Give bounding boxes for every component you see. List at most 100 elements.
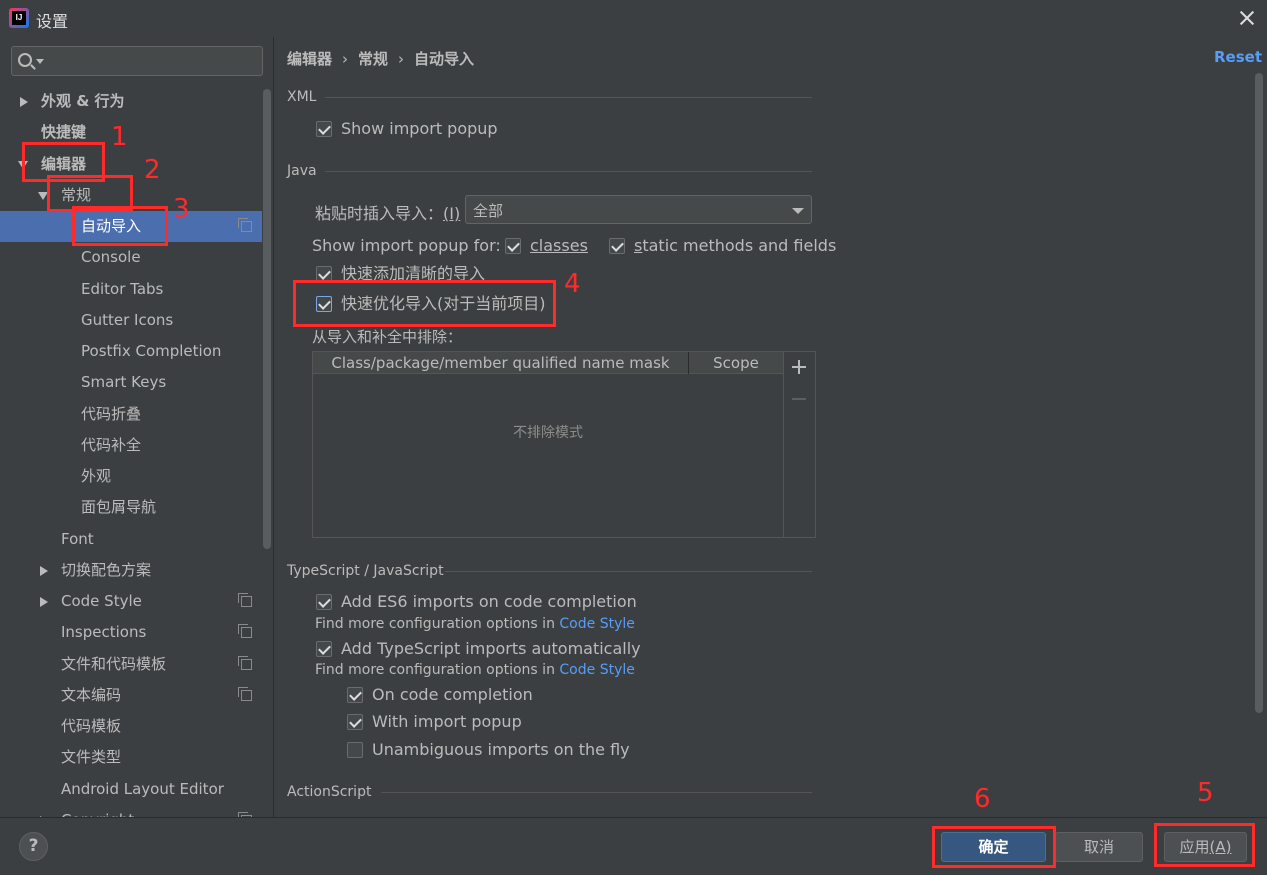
breadcrumb-item: 编辑器 [287, 50, 333, 68]
sidebar-item-label: 文本编码 [61, 686, 122, 704]
sidebar-item-label: Font [61, 530, 94, 548]
checkbox[interactable] [347, 687, 363, 703]
exclude-label: 从导入和补全中排除： [312, 328, 463, 346]
code-style-link[interactable]: Code Style [559, 616, 634, 632]
paste-insert-imports-select[interactable]: 全部 [465, 195, 812, 224]
sidebar-item-label: Editor Tabs [81, 280, 164, 298]
column-header-mask[interactable]: Class/package/member qualified name mask [313, 352, 688, 374]
intellij-logo-icon: IJ [9, 8, 29, 28]
add-icon[interactable] [792, 360, 806, 374]
section-title-xml: XML [287, 89, 317, 105]
sidebar-item-code-completion[interactable]: 代码补全 [0, 430, 262, 461]
checkbox-label: Unambiguous imports on the fly [372, 740, 630, 759]
breadcrumb: 编辑器 › 常规 › 自动导入 [287, 48, 474, 69]
sidebar-item-label: 切换配色方案 [61, 561, 152, 579]
search-dropdown-icon[interactable] [36, 59, 44, 64]
section-divider [325, 97, 812, 98]
annotation-box-3 [72, 206, 168, 246]
expand-arrow-icon[interactable] [40, 597, 48, 607]
expand-arrow-icon[interactable] [20, 97, 28, 107]
sidebar-item-font[interactable]: Font [0, 524, 262, 555]
annotation-box-4 [293, 280, 556, 327]
sidebar-item-postfix-completion[interactable]: Postfix Completion [0, 336, 262, 367]
sidebar-item-console[interactable]: Console [0, 242, 262, 273]
select-value: 全部 [473, 202, 504, 220]
checkbox[interactable] [316, 121, 332, 137]
help-button[interactable]: ? [19, 832, 48, 861]
sidebar-item-appearance[interactable]: 外观 [0, 461, 262, 492]
annotation-number-5: 5 [1197, 778, 1214, 808]
sidebar-item-file-types[interactable]: 文件类型 [0, 742, 262, 773]
show-import-popup-for-label: Show import popup for: [312, 236, 501, 255]
sidebar-item-android-layout-editor[interactable]: Android Layout Editor [0, 774, 262, 805]
sidebar-item-smart-keys[interactable]: Smart Keys [0, 367, 262, 398]
project-scope-icon [238, 593, 252, 607]
sidebar-item-label: Console [81, 248, 141, 266]
sidebar-item-label: 代码模板 [61, 717, 122, 735]
checkbox[interactable] [609, 238, 625, 254]
sidebar-item-file-templates[interactable]: 文件和代码模板 [0, 649, 262, 680]
code-style-link[interactable]: Code Style [559, 662, 634, 678]
sidebar-item-label: Gutter Icons [81, 311, 174, 329]
sidebar-item-label: 外观 [81, 467, 112, 485]
sidebar-item-live-templates[interactable]: 代码模板 [0, 711, 262, 742]
chevron-down-icon [792, 208, 804, 214]
sidebar-item-label: Code Style [61, 592, 142, 610]
sidebar-item-label: Copyright [61, 805, 134, 817]
sidebar-item-label: Android Layout Editor [61, 780, 224, 798]
title-bar: IJ 设置 [0, 0, 1267, 37]
paste-label-text: 粘贴时插入导入： [315, 204, 444, 223]
sidebar-item-appearance-behavior[interactable]: 外观 & 行为 [0, 86, 262, 117]
sidebar-scrollbar[interactable] [263, 89, 271, 549]
exclude-table[interactable]: Class/package/member qualified name mask… [312, 351, 816, 538]
sidebar-item-gutter-icons[interactable]: Gutter Icons [0, 305, 262, 336]
checkbox[interactable] [347, 714, 363, 730]
sidebar-item-label: 外观 & 行为 [41, 92, 125, 110]
sidebar-item-code-folding[interactable]: 代码折叠 [0, 399, 262, 430]
reset-link[interactable]: Reset [1214, 48, 1262, 66]
close-icon[interactable] [1234, 5, 1260, 31]
sidebar-item-copyright[interactable]: Copyright [0, 805, 262, 817]
paste-label-mnemonic: (I) [443, 204, 461, 223]
sidebar-item-file-encodings[interactable]: 文本编码 [0, 680, 262, 711]
checkbox-label: With import popup [372, 712, 522, 731]
sidebar-item-code-style[interactable]: Code Style [0, 586, 262, 617]
checkbox-label: Add ES6 imports on code completion [341, 592, 637, 611]
remove-icon[interactable] [792, 398, 806, 400]
sidebar-item-breadcrumbs[interactable]: 面包屑导航 [0, 492, 262, 523]
content-scrollbar[interactable] [1255, 73, 1263, 713]
project-scope-icon [238, 624, 252, 638]
static-mnemonic: s [634, 236, 643, 255]
checkbox[interactable] [505, 238, 521, 254]
section-divider [325, 171, 812, 172]
hint-text: Find more configuration options in [315, 662, 555, 678]
cancel-button[interactable]: 取消 [1055, 832, 1143, 862]
sidebar-item-label: Inspections [61, 623, 147, 641]
code-style-hint: Find more configuration options in Code … [315, 662, 635, 678]
checkbox[interactable] [347, 742, 363, 758]
table-toolbar [783, 352, 815, 537]
checkbox[interactable] [316, 594, 332, 610]
settings-search-input[interactable] [11, 46, 263, 76]
sidebar-item-label: 代码补全 [81, 436, 142, 454]
search-icon [18, 53, 32, 67]
annotation-number-2: 2 [144, 155, 161, 185]
sidebar-item-editor-tabs[interactable]: Editor Tabs [0, 274, 262, 305]
sidebar-item-inspections[interactable]: Inspections [0, 617, 262, 648]
checkbox[interactable] [316, 641, 332, 657]
project-scope-icon [238, 687, 252, 701]
sidebar-item-color-scheme[interactable]: 切换配色方案 [0, 555, 262, 586]
sidebar-item-label: Smart Keys [81, 373, 167, 391]
section-title-actionscript: ActionScript [287, 784, 372, 800]
breadcrumb-item: 常规 [358, 50, 389, 68]
column-header-scope[interactable]: Scope [689, 352, 783, 374]
paste-insert-imports-label: 粘贴时插入导入：(I) [315, 200, 460, 224]
checkbox-label: static methods and fields [634, 236, 837, 255]
window-title: 设置 [36, 12, 69, 31]
sidebar-item-label: 面包屑导航 [81, 498, 157, 516]
checkbox-label: classes [530, 236, 588, 255]
project-scope-icon [238, 656, 252, 670]
expand-arrow-icon[interactable] [40, 566, 48, 576]
breadcrumb-separator: › [398, 50, 405, 68]
checkbox-label: Add TypeScript imports automatically [341, 639, 641, 658]
